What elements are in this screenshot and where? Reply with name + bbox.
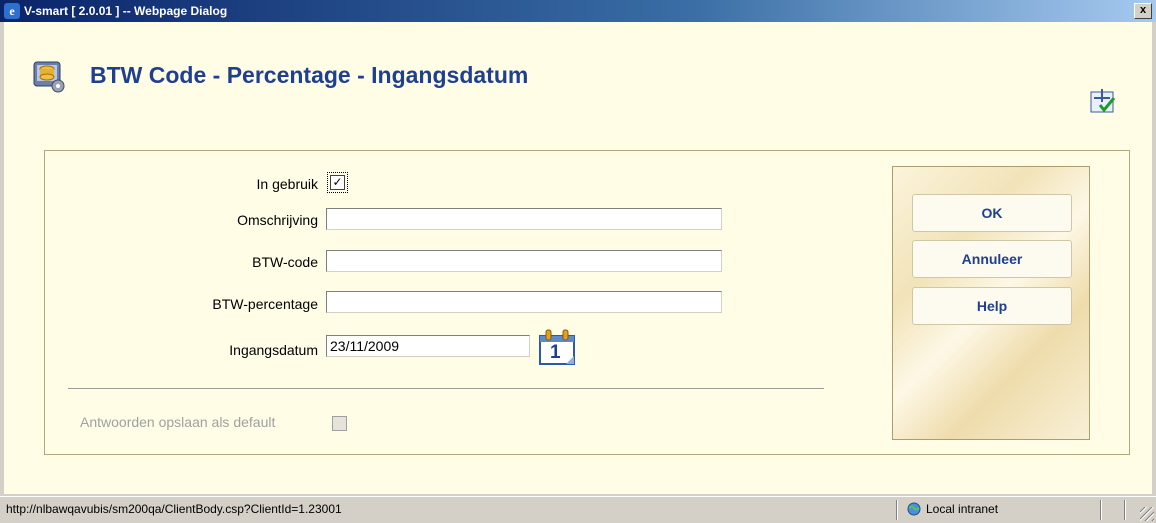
ie-icon: e: [4, 3, 20, 19]
resize-grip[interactable]: [1140, 507, 1154, 521]
ingangsdatum-input[interactable]: [326, 335, 530, 357]
btw-code-input[interactable]: [326, 250, 722, 272]
calendar-icon[interactable]: 1: [538, 328, 578, 366]
omschrijving-input[interactable]: [326, 208, 722, 230]
in-gebruik-label: In gebruik: [256, 176, 318, 192]
btw-percentage-input[interactable]: [326, 291, 722, 313]
close-button[interactable]: x: [1134, 3, 1152, 19]
database-settings-icon: [33, 61, 65, 93]
intranet-globe-icon: [907, 502, 921, 516]
window-titlebar: e V-smart [ 2.0.01 ] -- Webpage Dialog x: [0, 0, 1156, 22]
separator: [68, 388, 824, 390]
in-gebruik-checkbox[interactable]: ✓: [330, 175, 345, 190]
ingangsdatum-label: Ingangsdatum: [229, 342, 318, 358]
status-divider: [896, 500, 898, 520]
ok-button[interactable]: OK: [912, 194, 1072, 232]
save-default-label: Antwoorden opslaan als default: [80, 414, 276, 430]
cancel-button[interactable]: Annuleer: [912, 240, 1072, 278]
window-title: V-smart [ 2.0.01 ] -- Webpage Dialog: [24, 4, 228, 18]
save-default-checkbox: [332, 416, 347, 431]
calendar-day-number: 1: [550, 342, 561, 363]
btw-percentage-label: BTW-percentage: [212, 296, 318, 312]
omschrijving-label: Omschrijving: [237, 212, 318, 228]
btw-code-label: BTW-code: [252, 254, 318, 270]
status-zone: Local intranet: [926, 502, 999, 516]
page-title: BTW Code - Percentage - Ingangsdatum: [90, 62, 529, 88]
workflow-check-icon[interactable]: [1090, 88, 1116, 114]
status-bar: http://nlbawqavubis/sm200qa/ClientBody.c…: [0, 496, 1156, 523]
status-url: http://nlbawqavubis/sm200qa/ClientBody.c…: [6, 502, 342, 516]
help-button[interactable]: Help: [912, 287, 1072, 325]
status-divider: [1100, 500, 1102, 520]
status-divider: [1124, 500, 1126, 520]
